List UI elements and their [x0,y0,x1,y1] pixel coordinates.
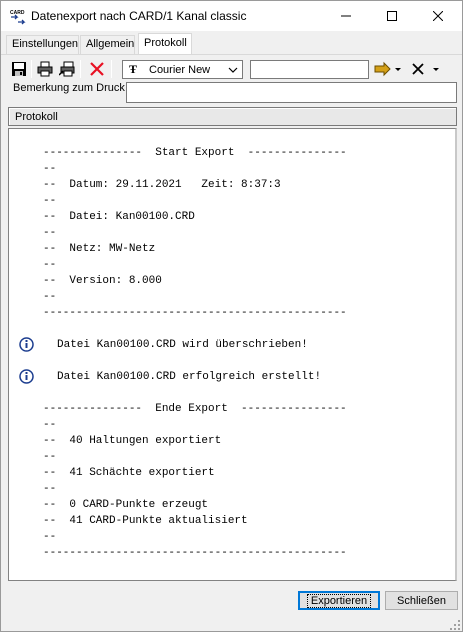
truetype-icon: Ŧ [129,62,138,76]
log-line: -- [43,163,57,175]
log-line: -- Netz: MW-Netz [43,243,156,255]
export-button-label: Exportieren [306,593,372,608]
protocol-header[interactable]: Protokoll [8,107,457,126]
log-line: ----------------------------------------… [43,307,347,319]
log-line: -- [43,227,57,239]
print-setup-button[interactable] [58,60,76,78]
toolbar-separator [31,60,32,78]
log-line: ----------------------------------------… [43,547,347,559]
title-bar: CARD Datenexport nach CARD/1 Kanal class… [1,1,462,31]
minimize-button[interactable] [323,1,369,31]
remark-input[interactable] [126,82,457,103]
clear-icon [412,63,439,75]
protocol-log[interactable]: --------------- Start Export -----------… [8,128,457,581]
log-line: --------------- Ende Export ------------… [43,403,347,415]
log-line: -- [43,483,57,495]
log-line: -- [43,291,57,303]
close-window-button[interactable] [415,1,461,31]
print-setup-icon [59,61,75,77]
log-line: -- 40 Haltungen exportiert [43,435,222,447]
log-line: -- [43,195,57,207]
log-line: -- 41 CARD-Punkte aktualisiert [43,515,248,527]
print-icon [37,61,53,77]
maximize-icon [387,11,397,21]
maximize-button[interactable] [369,1,415,31]
log-line: -- [43,451,57,463]
info-icon [19,337,34,352]
remark-label: Bemerkung zum Druck [13,82,125,94]
toolbar-separator [111,60,112,78]
card-app-icon: CARD [9,8,26,25]
save-icon [12,62,26,76]
resize-grip-icon[interactable] [449,619,461,631]
close-icon [433,11,443,21]
font-size-input[interactable] [250,60,369,79]
log-line: --------------- Start Export -----------… [43,147,347,159]
minimize-icon [341,15,351,17]
log-line: -- [43,419,57,431]
arrow-right-icon [374,61,401,77]
font-select[interactable]: Ŧ Courier New [122,60,243,79]
protocol-header-label: Protokoll [15,111,58,123]
export-dialog-window: CARD Datenexport nach CARD/1 Kanal class… [0,0,463,632]
clear-dropdown[interactable] [410,60,442,78]
log-line: -- Datei: Kan00100.CRD [43,211,195,223]
delete-button[interactable] [88,60,106,78]
delete-icon [90,62,104,76]
toolbar: Ŧ Courier New [7,57,459,81]
protokoll-panel: Ŧ Courier New Bemerkung zum Druck Protok… [5,55,460,583]
save-button[interactable] [10,60,28,78]
log-line: -- 41 Schächte exportiert [43,467,215,479]
tab-bar: Einstellungen Allgemein Protokoll [1,31,462,55]
log-message: Datei Kan00100.CRD erfolgreich erstellt! [57,371,322,383]
log-line: -- [43,531,57,543]
tab-allgemein[interactable]: Allgemein [80,35,135,54]
chevron-down-icon [228,67,238,73]
log-line: -- Datum: 29.11.2021 Zeit: 8:37:3 [43,179,281,191]
toolbar-separator [80,60,81,78]
print-button[interactable] [36,60,54,78]
tab-protokoll[interactable]: Protokoll [138,33,192,55]
insert-arrow-dropdown[interactable] [374,60,402,78]
tab-einstellungen[interactable]: Einstellungen [6,35,79,54]
log-line: -- [43,259,57,271]
log-line: -- Version: 8.000 [43,275,162,287]
log-message: Datei Kan00100.CRD wird überschrieben! [57,339,308,351]
export-button[interactable]: Exportieren [298,591,380,610]
window-title: Datenexport nach CARD/1 Kanal classic [31,9,247,23]
font-name: Courier New [149,64,211,76]
info-icon [19,369,34,384]
log-line: -- 0 CARD-Punkte erzeugt [43,499,209,511]
app-icon-text: CARD [10,10,25,16]
close-button[interactable]: Schließen [385,591,458,610]
